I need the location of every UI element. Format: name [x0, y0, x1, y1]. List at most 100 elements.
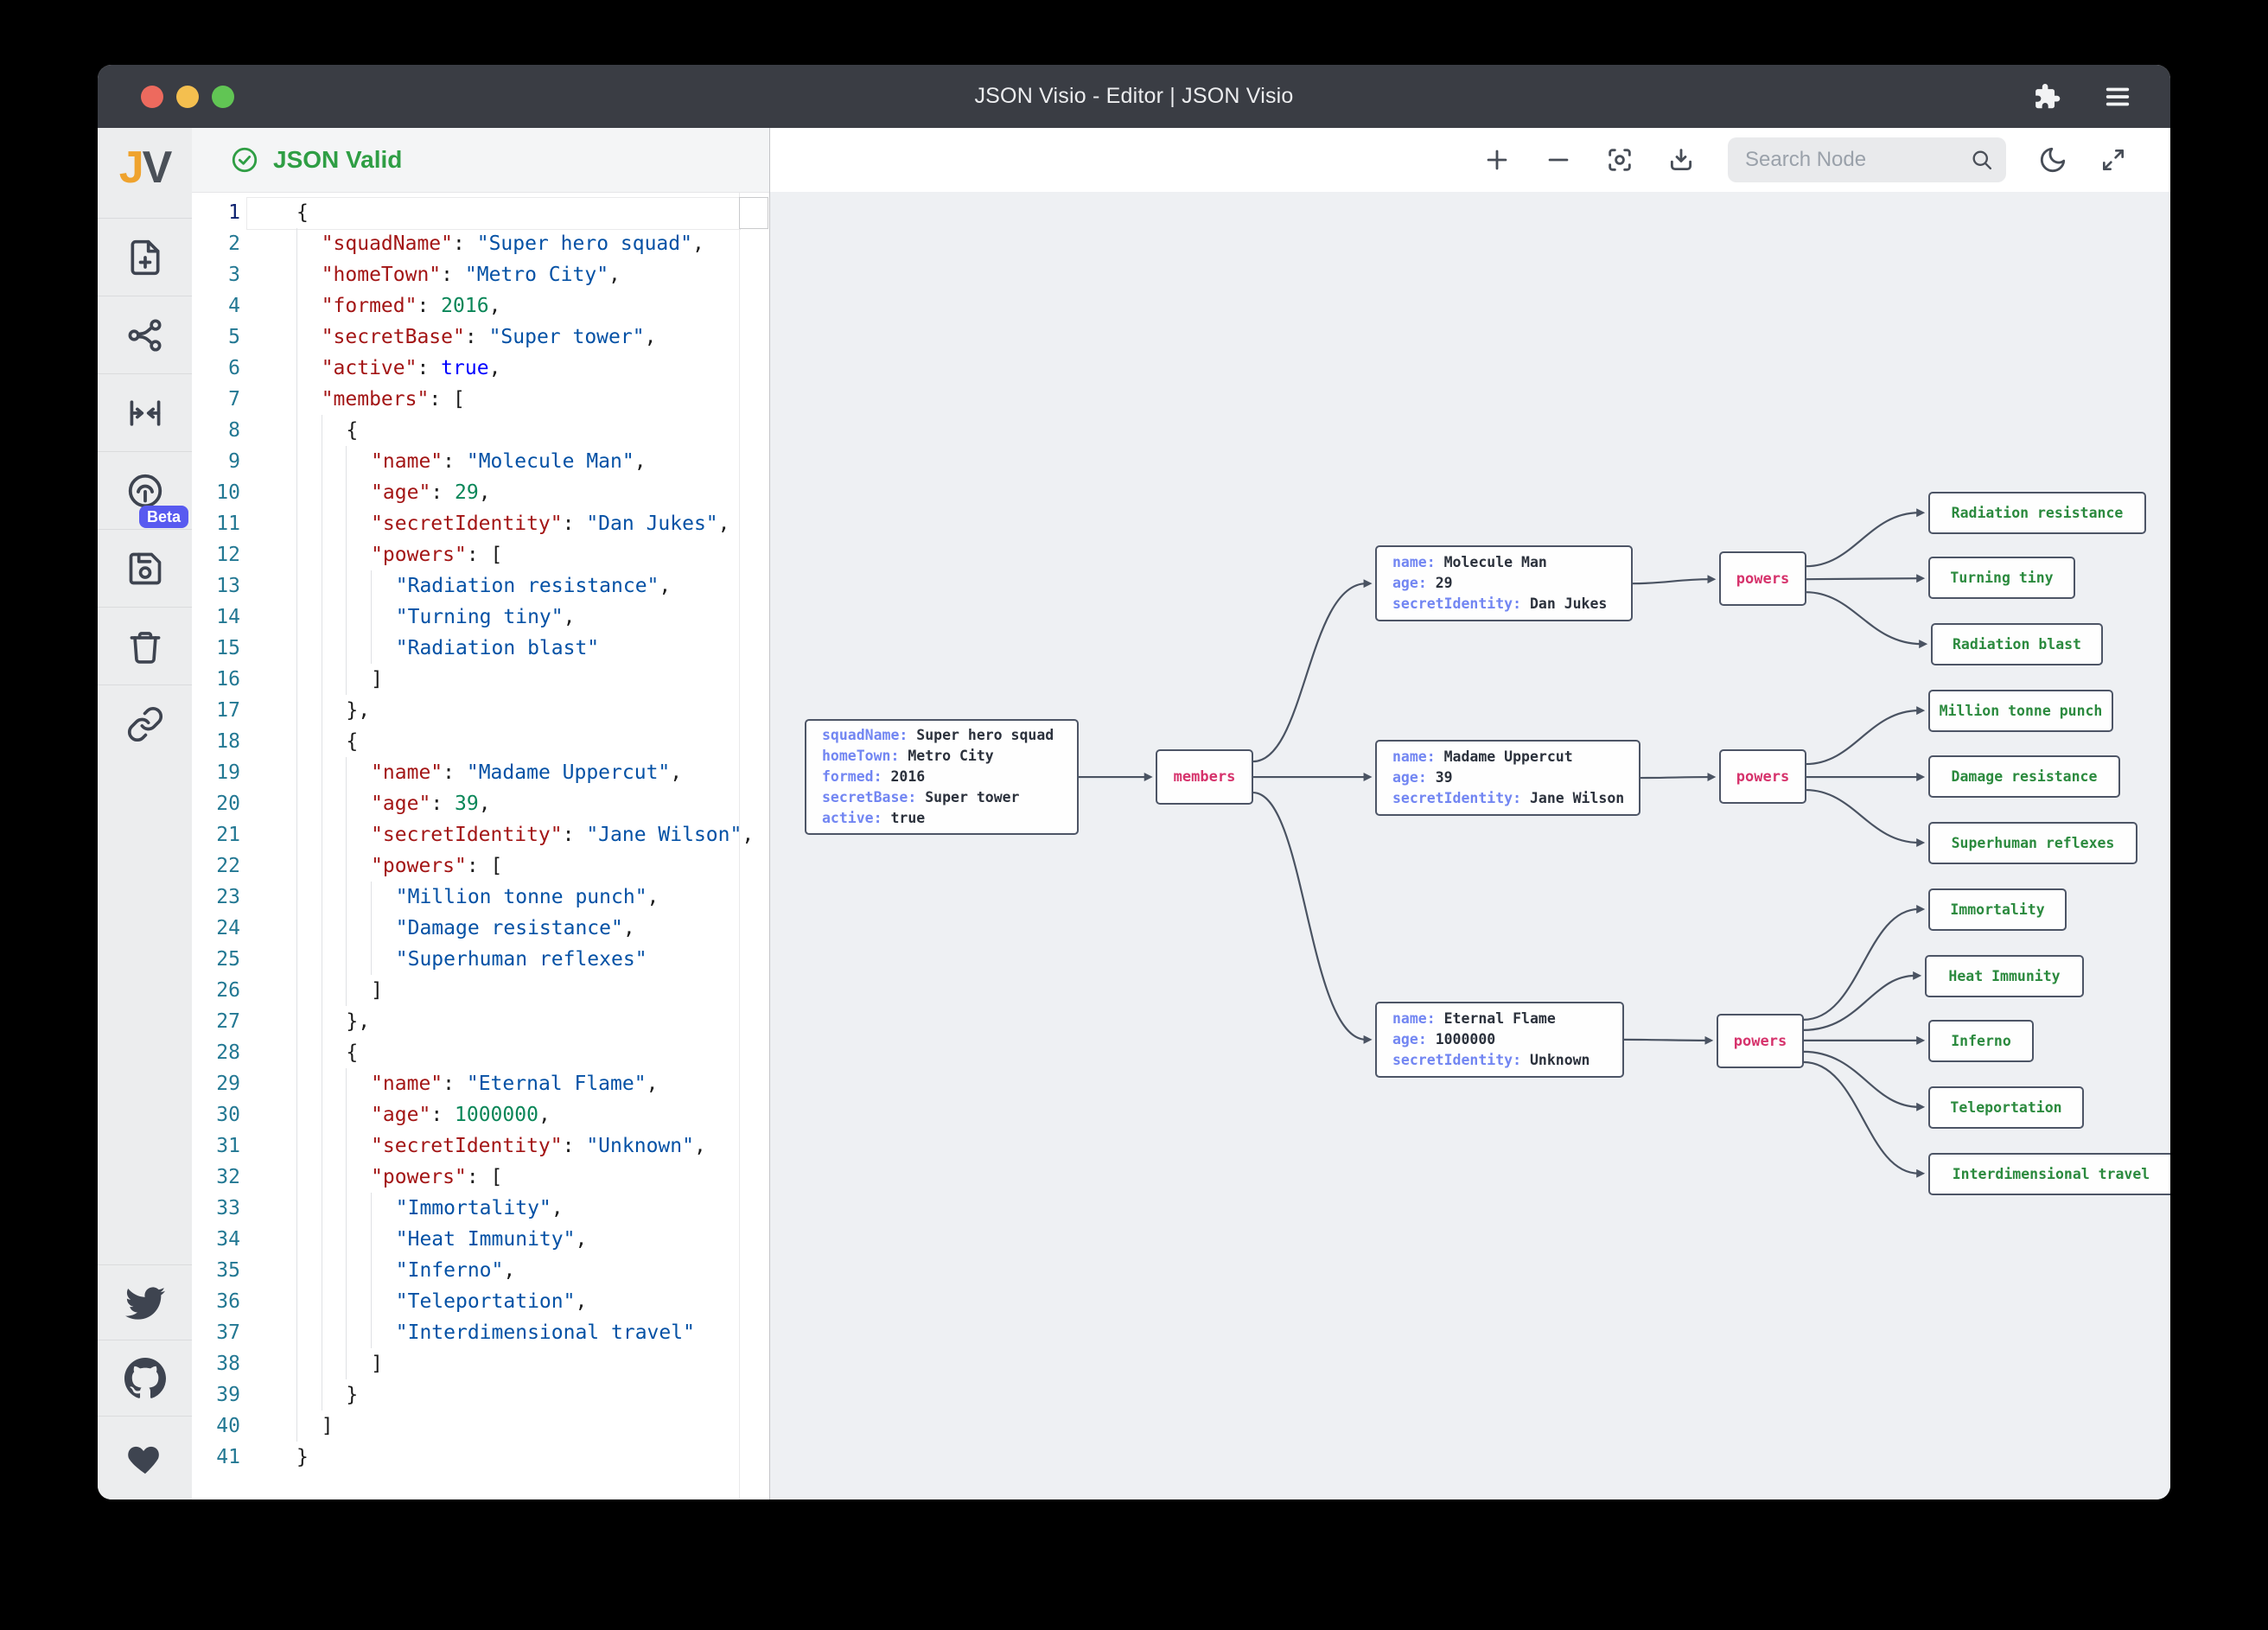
graph-canvas[interactable]: squadNameSuper hero squad homeTownMetro … — [769, 128, 2170, 1499]
code-line[interactable]: 31 "secretIdentity": "Unknown", — [192, 1130, 769, 1162]
code-line[interactable]: 5 "secretBase": "Super tower", — [192, 322, 769, 353]
minimize-window-button[interactable] — [176, 86, 199, 108]
download-image-button[interactable] — [1666, 145, 1696, 175]
focus-node-button[interactable] — [1605, 145, 1634, 175]
close-window-button[interactable] — [141, 86, 163, 108]
code-line[interactable]: 3 "homeTown": "Metro City", — [192, 259, 769, 290]
node-power[interactable]: Turning tiny — [1928, 557, 2075, 599]
line-number: 24 — [192, 913, 240, 944]
node-power[interactable]: Radiation blast — [1931, 623, 2103, 665]
code-line[interactable]: 14 "Turning tiny", — [192, 602, 769, 633]
code-line[interactable]: 36 "Teleportation", — [192, 1286, 769, 1317]
node-power[interactable]: Radiation resistance — [1928, 492, 2146, 534]
code-line[interactable]: 22 "powers": [ — [192, 850, 769, 882]
line-number: 32 — [192, 1162, 240, 1193]
share-link-button[interactable] — [98, 684, 192, 763]
code-line[interactable]: 8 { — [192, 415, 769, 446]
code-line[interactable]: 9 "name": "Molecule Man", — [192, 446, 769, 477]
node-members[interactable]: members — [1156, 749, 1253, 805]
node-powers-2[interactable]: powers — [1717, 1014, 1804, 1068]
code-line[interactable]: 32 "powers": [ — [192, 1162, 769, 1193]
code-line[interactable]: 38 ] — [192, 1348, 769, 1379]
code-text: ] — [296, 1348, 383, 1379]
editor-pane: JSON Valid 1{2 "squadName": "Super hero … — [192, 128, 769, 1499]
code-line[interactable]: 2 "squadName": "Super hero squad", — [192, 228, 769, 259]
zoom-out-button[interactable] — [1544, 145, 1573, 175]
code-line[interactable]: 12 "powers": [ — [192, 539, 769, 570]
code-line[interactable]: 13 "Radiation resistance", — [192, 570, 769, 602]
code-line[interactable]: 16 ] — [192, 664, 769, 695]
code-line[interactable]: 11 "secretIdentity": "Dan Jukes", — [192, 508, 769, 539]
link-icon — [126, 705, 164, 743]
code-text: { — [296, 415, 358, 446]
app-logo[interactable]: JV — [98, 142, 192, 194]
code-line[interactable]: 27 }, — [192, 1006, 769, 1037]
node-power[interactable]: Damage resistance — [1928, 755, 2120, 798]
code-line[interactable]: 21 "secretIdentity": "Jane Wilson", — [192, 819, 769, 850]
code-line[interactable]: 10 "age": 29, — [192, 477, 769, 508]
code-line[interactable]: 1{ — [192, 197, 769, 228]
live-transform-button[interactable]: Beta — [98, 451, 192, 530]
extensions-puzzle-icon[interactable] — [2030, 81, 2061, 112]
code-line[interactable]: 20 "age": 39, — [192, 788, 769, 819]
code-text: } — [296, 1379, 358, 1410]
node-power[interactable]: Inferno — [1928, 1020, 2034, 1062]
code-text: "Radiation blast" — [296, 633, 599, 664]
code-line[interactable]: 15 "Radiation blast" — [192, 633, 769, 664]
code-line[interactable]: 30 "age": 1000000, — [192, 1099, 769, 1130]
node-member-1[interactable]: nameMadame Uppercut age39 secretIdentity… — [1375, 740, 1640, 816]
line-number: 30 — [192, 1099, 240, 1130]
code-line[interactable]: 29 "name": "Eternal Flame", — [192, 1068, 769, 1099]
code-line[interactable]: 39 } — [192, 1379, 769, 1410]
line-number: 11 — [192, 508, 240, 539]
maximize-window-button[interactable] — [212, 86, 234, 108]
node-power[interactable]: Heat Immunity — [1925, 955, 2084, 997]
node-power[interactable]: Interdimensional travel — [1928, 1153, 2170, 1195]
node-field: activetrue — [822, 808, 1061, 829]
line-number: 35 — [192, 1255, 240, 1286]
node-power[interactable]: Million tonne punch — [1928, 690, 2113, 732]
fullscreen-button[interactable] — [2099, 146, 2127, 174]
node-member-0[interactable]: nameMolecule Man age29 secretIdentityDan… — [1375, 545, 1633, 621]
code-line[interactable]: 7 "members": [ — [192, 384, 769, 415]
code-line[interactable]: 24 "Damage resistance", — [192, 913, 769, 944]
node-powers-1[interactable]: powers — [1719, 749, 1806, 804]
code-line[interactable]: 17 }, — [192, 695, 769, 726]
code-line[interactable]: 19 "name": "Madame Uppercut", — [192, 757, 769, 788]
code-line[interactable]: 35 "Inferno", — [192, 1255, 769, 1286]
code-line[interactable]: 18 { — [192, 726, 769, 757]
code-line[interactable]: 26 ] — [192, 975, 769, 1006]
code-line[interactable]: 4 "formed": 2016, — [192, 290, 769, 322]
dark-mode-button[interactable] — [2038, 145, 2067, 175]
node-field: homeTownMetro City — [822, 746, 1061, 767]
node-member-2[interactable]: nameEternal Flame age1000000 secretIdent… — [1375, 1002, 1624, 1078]
github-button[interactable] — [98, 1340, 192, 1417]
graph-view-button[interactable] — [98, 296, 192, 374]
code-line[interactable]: 6 "active": true, — [192, 353, 769, 384]
search-node-input[interactable] — [1743, 147, 1970, 173]
save-button[interactable] — [98, 529, 192, 608]
code-line[interactable]: 28 { — [192, 1037, 769, 1068]
node-power[interactable]: Teleportation — [1928, 1086, 2084, 1129]
code-line[interactable]: 34 "Heat Immunity", — [192, 1224, 769, 1255]
sponsor-button[interactable] — [98, 1416, 192, 1499]
code-line[interactable]: 41} — [192, 1442, 769, 1473]
twitter-button[interactable] — [98, 1264, 192, 1340]
browser-menu-icon[interactable] — [2101, 82, 2134, 111]
node-power[interactable]: Immortality — [1928, 888, 2067, 931]
center-view-button[interactable] — [98, 373, 192, 452]
code-line[interactable]: 40 ] — [192, 1410, 769, 1442]
code-line[interactable]: 25 "Superhuman reflexes" — [192, 944, 769, 975]
graph-viewport[interactable]: squadNameSuper hero squad homeTownMetro … — [770, 192, 2170, 1499]
delete-button[interactable] — [98, 607, 192, 685]
zoom-in-button[interactable] — [1482, 145, 1512, 175]
json-editor[interactable]: 1{2 "squadName": "Super hero squad",3 "h… — [192, 193, 769, 1499]
node-powers-0[interactable]: powers — [1719, 551, 1806, 606]
code-line[interactable]: 33 "Immortality", — [192, 1193, 769, 1224]
code-line[interactable]: 37 "Interdimensional travel" — [192, 1317, 769, 1348]
new-document-button[interactable] — [98, 218, 192, 296]
code-line[interactable]: 23 "Million tonne punch", — [192, 882, 769, 913]
node-field: age1000000 — [1392, 1029, 1607, 1050]
node-root[interactable]: squadNameSuper hero squad homeTownMetro … — [805, 719, 1079, 835]
node-power[interactable]: Superhuman reflexes — [1928, 822, 2137, 864]
